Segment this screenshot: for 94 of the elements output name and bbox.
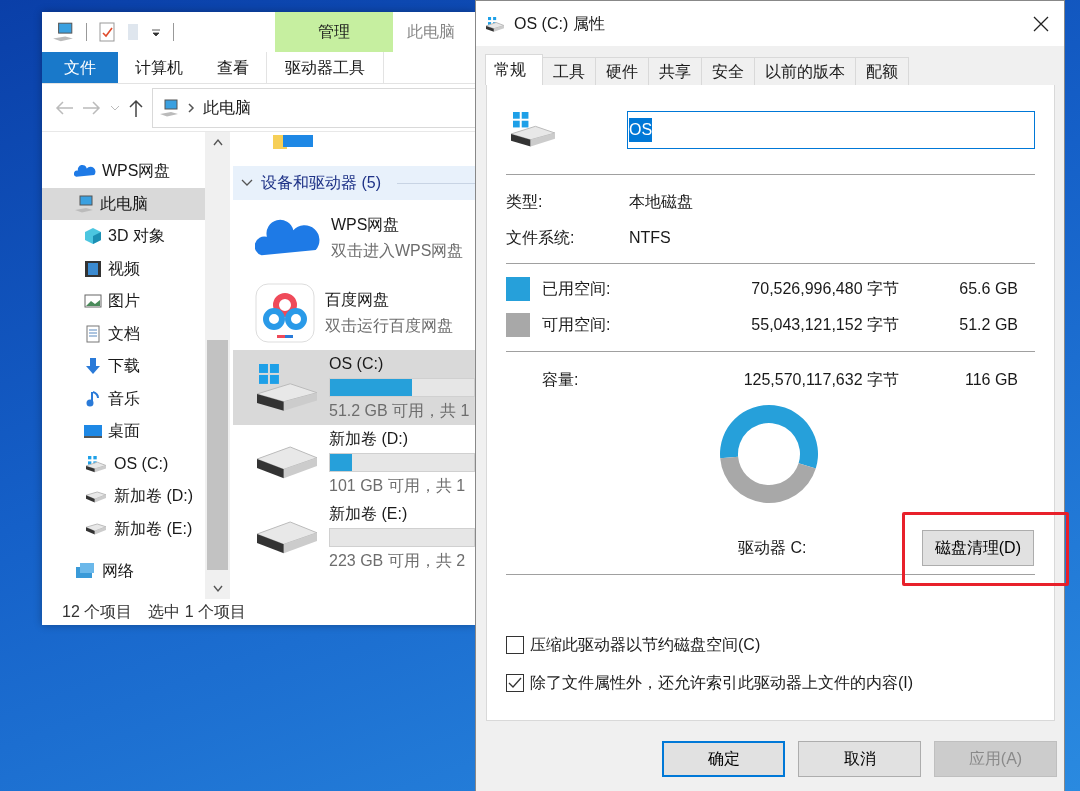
byte-count: 55,043,121,152 字节 xyxy=(750,315,899,335)
window-title: 此电脑 xyxy=(406,22,455,42)
property-label: 类型: xyxy=(506,192,544,212)
space-label: 可用空间: xyxy=(542,315,612,335)
drive-label: 驱动器 C: xyxy=(738,538,807,558)
group-title: 设备和驱动器 (5) xyxy=(261,173,381,193)
windows-drive-icon xyxy=(255,361,319,414)
size-value: 51.2 GB xyxy=(958,315,1018,335)
nav-item[interactable]: 图片 xyxy=(42,285,205,318)
dialog-button[interactable]: 确定 xyxy=(662,741,785,777)
name-field[interactable]: OS xyxy=(627,110,1035,149)
windows-drive-icon xyxy=(484,14,506,33)
music-note-icon xyxy=(84,389,102,408)
nav-item[interactable]: 视频 xyxy=(42,252,205,285)
free-space-text: 51.2 GB 可用，共 1 xyxy=(329,401,471,421)
disk-cleanup-button[interactable]: 磁盘清理(D) xyxy=(921,530,1034,566)
download-arrow-icon xyxy=(84,357,102,376)
byte-count: 125,570,117,632 字节 xyxy=(742,370,899,390)
nav-item[interactable]: WPS网盘 xyxy=(42,155,205,188)
item-name: OS (C:) xyxy=(329,354,385,374)
capacity-label: 容量: xyxy=(542,370,580,390)
checkbox-label[interactable]: 压缩此驱动器以节约磁盘空间(C) xyxy=(530,633,761,657)
computer-icon xyxy=(74,193,94,214)
document-icon xyxy=(84,324,102,343)
nav-item[interactable]: 新加卷 (E:) xyxy=(42,512,205,545)
scroll-down-icon[interactable] xyxy=(212,585,223,593)
item-name: 百度网盘 xyxy=(325,289,390,310)
hard-drive-icon xyxy=(84,489,108,503)
property-value: 本地磁盘 xyxy=(629,192,694,212)
status-text: 选中 1 个项目 xyxy=(148,602,247,622)
ribbon-tab[interactable]: 计算机 xyxy=(118,52,200,83)
item-description: 双击运行百度网盘 xyxy=(325,315,454,336)
ring-logo-icon xyxy=(255,282,315,343)
item-name: WPS网盘 xyxy=(331,214,401,235)
property-value: NTFS xyxy=(629,228,672,248)
nav-item[interactable]: 此电脑 xyxy=(42,187,205,220)
nav-item[interactable]: 网络 xyxy=(42,555,205,588)
free-space-text: 101 GB 可用，共 1 xyxy=(329,476,467,496)
item-name: 新加卷 (D:) xyxy=(329,429,410,449)
scroll-up-icon[interactable] xyxy=(212,138,223,146)
nav-item[interactable]: OS (C:) xyxy=(42,447,205,480)
hard-drive-icon xyxy=(84,522,108,536)
checklist-icon xyxy=(99,22,115,42)
cloud-icon xyxy=(255,217,321,258)
space-label: 已用空间: xyxy=(542,279,612,299)
tab[interactable]: 配额 xyxy=(855,57,909,85)
ribbon-tab[interactable]: 文件 xyxy=(42,52,118,83)
property-label: 文件系统: xyxy=(506,228,576,248)
scrollbar-thumb[interactable] xyxy=(207,340,228,570)
cloud-icon xyxy=(74,164,96,179)
nav-item[interactable]: 新加卷 (D:) xyxy=(42,480,205,513)
drive-item[interactable]: 新加卷 (D:) 101 GB 可用，共 1 xyxy=(233,425,475,500)
status-text: 12 个项目 xyxy=(62,602,133,622)
computer-icon xyxy=(159,97,179,118)
item-description: 双击进入WPS网盘 xyxy=(331,240,465,261)
ribbon-tab[interactable]: 查看 xyxy=(200,52,266,83)
free-space-text: 223 GB 可用，共 2 xyxy=(329,551,467,571)
dialog-title: OS (C:) 属性 xyxy=(514,13,605,34)
tab[interactable]: 常规 xyxy=(485,54,543,85)
chevron-right-icon xyxy=(187,102,195,113)
app-item[interactable]: WPS网盘 双击进入WPS网盘 xyxy=(233,200,475,275)
drive-item[interactable]: 新加卷 (E:) 223 GB 可用，共 2 xyxy=(233,500,475,575)
nav-item[interactable]: 下载 xyxy=(42,350,205,383)
windows-drive-icon xyxy=(509,110,557,149)
cube-icon xyxy=(84,227,102,246)
dropdown-icon[interactable] xyxy=(151,27,161,37)
nav-item[interactable]: 音乐 xyxy=(42,382,205,415)
byte-count: 70,526,996,480 字节 xyxy=(750,279,899,299)
nav-item[interactable]: 3D 对象 xyxy=(42,220,205,253)
computer-icon xyxy=(52,21,74,43)
drive-item[interactable]: OS (C:) 51.2 GB 可用，共 1 xyxy=(233,350,475,425)
contextual-tab-group: 管理 xyxy=(275,12,393,52)
close-icon[interactable] xyxy=(1033,15,1049,32)
app-item[interactable]: 百度网盘 双击运行百度网盘 xyxy=(233,275,475,350)
ribbon-tab[interactable]: 驱动器工具 xyxy=(266,52,384,83)
film-icon xyxy=(84,259,102,278)
up-arrow-icon[interactable] xyxy=(128,97,144,118)
checkbox[interactable] xyxy=(506,636,524,654)
address-path: 此电脑 xyxy=(203,97,251,118)
checkbox-label[interactable]: 除了文件属性外，还允许索引此驱动器上文件的内容(I) xyxy=(530,671,914,695)
group-header[interactable]: 设备和驱动器 (5) xyxy=(233,166,475,200)
hard-drive-icon xyxy=(255,519,319,556)
monitor-icon xyxy=(84,422,102,441)
size-value: 65.6 GB xyxy=(958,279,1018,299)
nav-item[interactable]: 文档 xyxy=(42,317,205,350)
checkbox[interactable] xyxy=(506,674,524,692)
address-bar[interactable]: 此电脑 xyxy=(152,87,475,128)
hard-drive-icon xyxy=(255,444,319,481)
dialog-button[interactable]: 取消 xyxy=(798,741,921,777)
windows-drive-icon xyxy=(84,454,108,474)
picture-icon xyxy=(84,292,102,311)
size-value: 116 GB xyxy=(963,370,1018,390)
nav-item[interactable]: 桌面 xyxy=(42,415,205,448)
item-name: 新加卷 (E:) xyxy=(329,504,409,524)
